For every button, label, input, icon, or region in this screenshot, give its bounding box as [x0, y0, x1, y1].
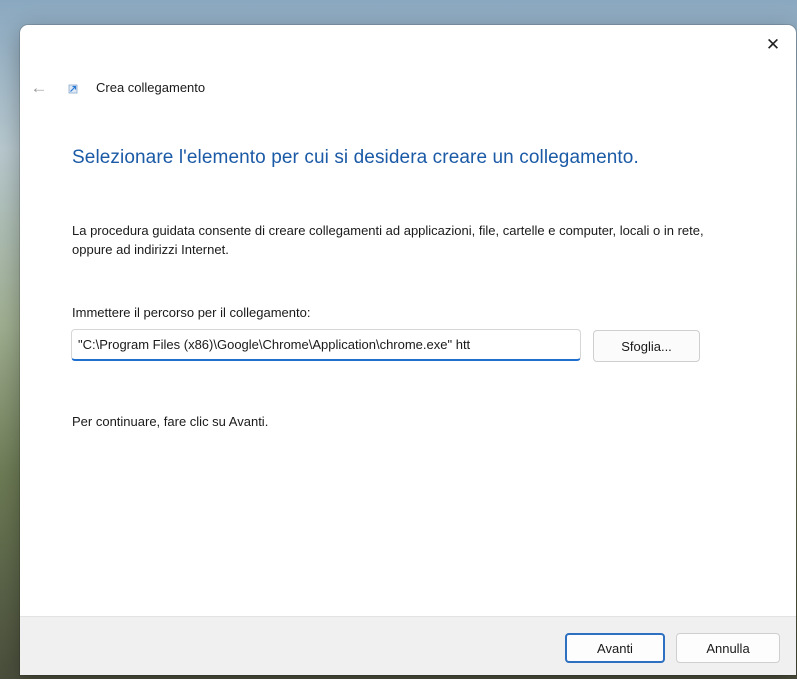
shortcut-path-input[interactable]	[71, 329, 581, 361]
shortcut-icon	[68, 84, 78, 94]
browse-button[interactable]: Sfoglia...	[593, 330, 700, 362]
continue-hint: Per continuare, fare clic su Avanti.	[72, 414, 269, 429]
cancel-button[interactable]: Annulla	[676, 633, 780, 663]
create-shortcut-window: ✕ ← Crea collegamento Selezionare l'elem…	[20, 25, 796, 675]
page-heading: Selezionare l'elemento per cui si deside…	[72, 147, 639, 168]
back-button[interactable]: ←	[28, 77, 50, 99]
wizard-title: Crea collegamento	[96, 80, 206, 95]
wizard-footer: Avanti Annulla	[20, 616, 796, 675]
next-button[interactable]: Avanti	[565, 633, 665, 663]
close-button[interactable]: ✕	[750, 25, 796, 65]
wizard-description: La procedura guidata consente di creare …	[72, 223, 704, 257]
path-label: Immettere il percorso per il collegament…	[72, 305, 311, 320]
arrow-left-icon: ←	[30, 78, 48, 97]
close-icon: ✕	[765, 35, 781, 54]
